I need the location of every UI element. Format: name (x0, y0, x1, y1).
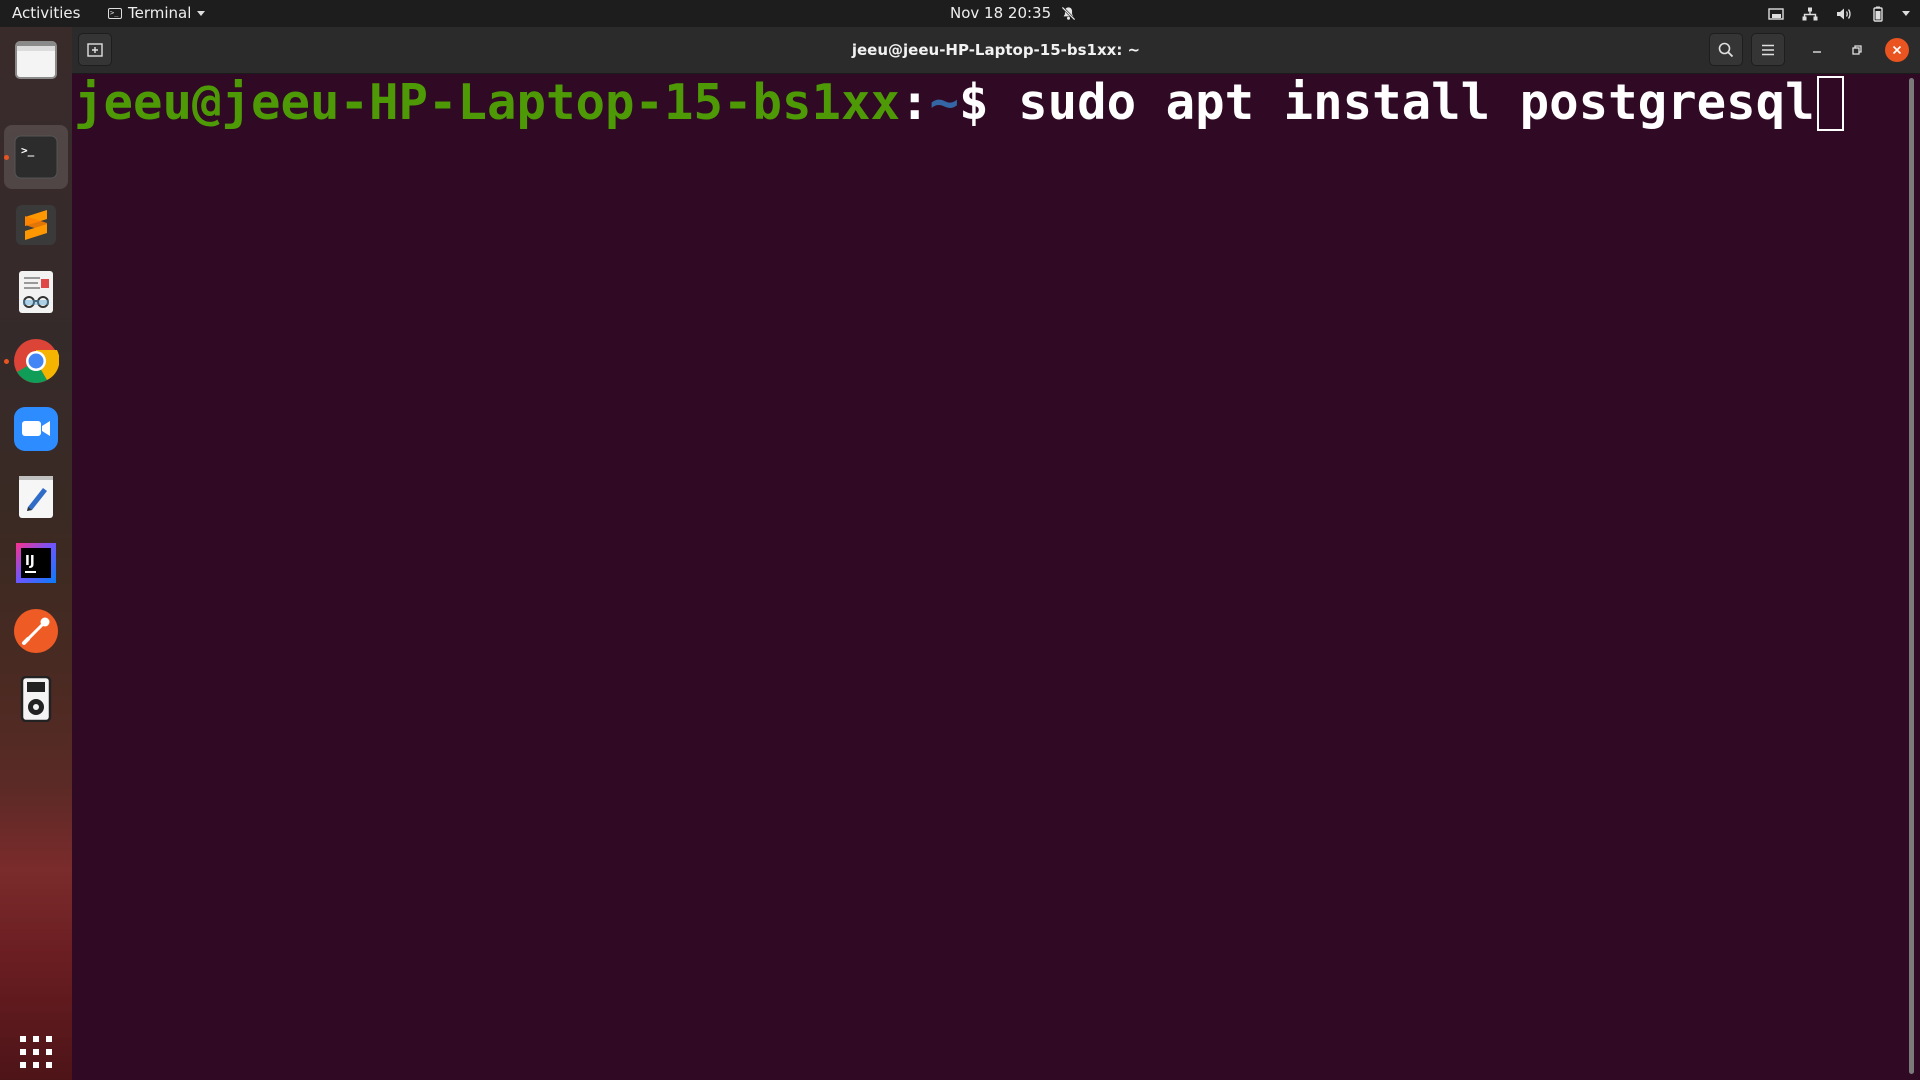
dock-sublime-text[interactable] (12, 201, 60, 249)
window-title: jeeu@jeeu-HP-Laptop-15-bs1xx: ~ (851, 41, 1141, 59)
dock-document-viewer[interactable] (12, 268, 60, 316)
sublime-text-icon (16, 205, 56, 245)
terminal-content[interactable]: jeeu@jeeu-HP-Laptop-15-bs1xx:~$ sudo apt… (72, 74, 1920, 1080)
files-icon (15, 41, 57, 79)
scrollbar[interactable] (1909, 78, 1914, 1074)
terminal-header-bar: jeeu@jeeu-HP-Laptop-15-bs1xx: ~ (72, 27, 1920, 74)
minimize-icon (1813, 51, 1821, 53)
app-menu[interactable]: >_ Terminal (108, 0, 206, 27)
close-icon (1892, 45, 1902, 55)
clock-label: Nov 18 20:35 (950, 4, 1052, 22)
running-indicator (4, 359, 9, 364)
clock[interactable]: Nov 18 20:35 (950, 0, 1076, 27)
document-viewer-icon (19, 271, 53, 313)
screen-share-icon[interactable] (1766, 0, 1786, 27)
dock-terminal[interactable]: >_ (12, 133, 60, 181)
app-menu-label: Terminal (128, 4, 192, 22)
search-button[interactable] (1709, 33, 1743, 66)
menu-button[interactable] (1751, 33, 1785, 66)
close-button[interactable] (1885, 38, 1909, 62)
notifications-off-icon (1061, 6, 1076, 21)
activities-button[interactable]: Activities (12, 0, 80, 27)
text-cursor (1816, 76, 1844, 131)
prompt-dollar: $ (959, 74, 1019, 131)
zoom-icon (14, 407, 58, 451)
minimize-button[interactable] (1805, 38, 1829, 62)
text-editor-icon (19, 476, 53, 518)
dock-chrome[interactable] (12, 337, 60, 385)
prompt-user-host: jeeu@jeeu-HP-Laptop-15-bs1xx (74, 74, 901, 131)
dock: >_ IJ (0, 27, 72, 1080)
terminal-icon: >_ (14, 135, 58, 179)
dock-zoom[interactable] (12, 405, 60, 453)
terminal-small-icon: >_ (108, 8, 122, 19)
running-indicator (4, 155, 9, 160)
typed-command: sudo apt install postgresql (1018, 74, 1815, 131)
dock-intellij[interactable]: IJ (12, 539, 60, 587)
intellij-idea-icon: IJ (16, 543, 56, 583)
hamburger-menu-icon (1762, 44, 1774, 55)
svg-text:IJ: IJ (25, 554, 35, 569)
battery-icon[interactable] (1868, 0, 1888, 27)
volume-icon[interactable] (1834, 0, 1854, 27)
prompt-colon: : (900, 74, 930, 131)
dock-postman[interactable] (12, 607, 60, 655)
app-grid-icon (20, 1036, 52, 1068)
chevron-down-icon (197, 11, 206, 16)
dock-music-player[interactable] (12, 675, 60, 723)
svg-text:>_: >_ (21, 144, 35, 157)
system-tray[interactable] (1766, 0, 1910, 27)
top-bar: Activities >_ Terminal Nov 18 20:35 (0, 0, 1920, 27)
search-icon (1718, 42, 1734, 57)
prompt-line: jeeu@jeeu-HP-Laptop-15-bs1xx:~$ sudo apt… (74, 74, 1844, 132)
prompt-path: ~ (929, 74, 960, 131)
chrome-icon (14, 339, 59, 383)
restore-button[interactable] (1845, 38, 1869, 62)
system-menu-chevron-icon[interactable] (1902, 11, 1910, 16)
postman-icon (14, 609, 58, 653)
show-applications-button[interactable] (12, 1028, 60, 1076)
ipod-icon (20, 676, 52, 722)
network-wired-icon[interactable] (1800, 0, 1820, 27)
dock-text-editor[interactable] (12, 473, 60, 521)
restore-icon (1852, 45, 1862, 55)
dock-files[interactable] (12, 36, 60, 84)
